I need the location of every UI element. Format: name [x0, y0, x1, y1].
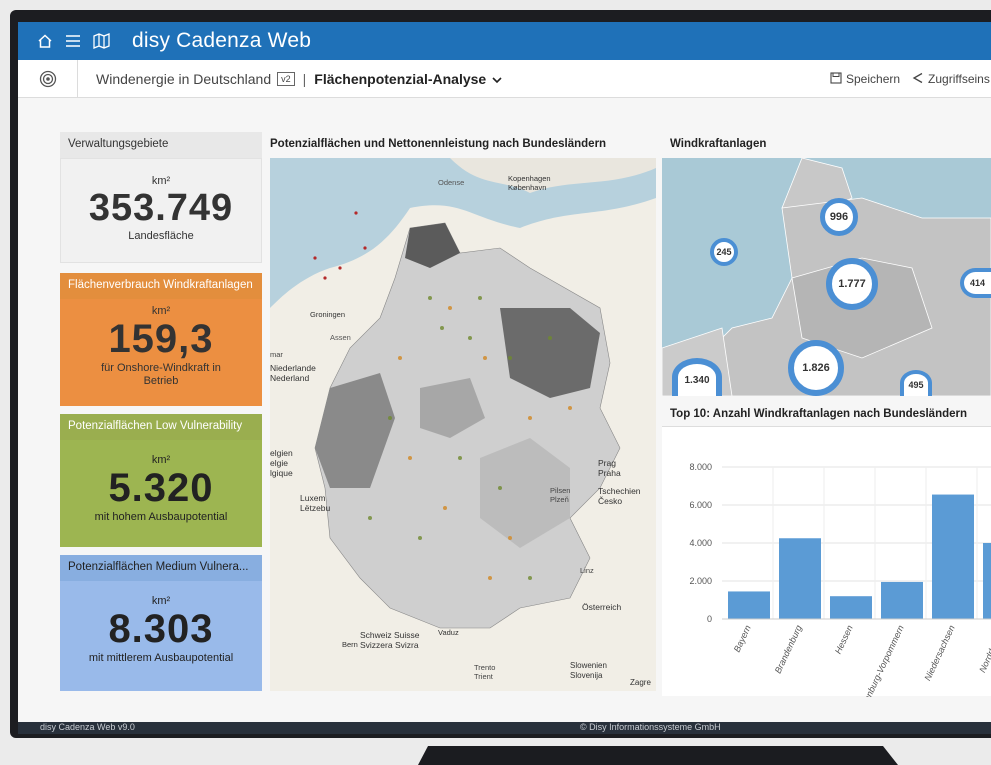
kpi-low-vuln-card: km² 5.320 mit hohem Ausbaupotential [60, 440, 262, 547]
home-icon[interactable] [36, 32, 54, 50]
map-label-tschechien: Tschechien Česko [598, 486, 641, 506]
chart-ytick-label: 6.000 [689, 500, 712, 510]
target-icon[interactable] [18, 59, 78, 98]
wka-bubble[interactable]: 495 [900, 370, 932, 396]
map-label-zagre: Zagre [630, 678, 651, 687]
map-label-luxemburg: Luxem Lëtzebu [300, 493, 331, 513]
wka-bubble[interactable]: 245 [710, 238, 738, 266]
share-button[interactable]: Zugriffseins [912, 72, 990, 87]
wka-bubble[interactable]: 1.340 [672, 358, 722, 396]
save-label: Speichern [846, 72, 901, 86]
kpi-low-vuln-header: Potenzialflächen Low Vulnerability [60, 414, 262, 440]
chart-ytick-label: 2.000 [689, 576, 712, 586]
map-label-mar: mar [270, 350, 283, 359]
app-topbar: disy Cadenza Web [18, 22, 991, 60]
map-label-groningen: Groningen [310, 310, 346, 319]
share-label: Zugriffseins [928, 72, 990, 86]
app-title: disy Cadenza Web [132, 29, 312, 52]
map-label-prag: Prag Praha [598, 458, 621, 478]
kpi-admin-unit: km² [151, 175, 171, 187]
wka-map[interactable]: 996 245 1.777 414 1.826 1.340 495 [662, 158, 991, 396]
footer-version: disy Cadenza Web v9.0 [40, 722, 135, 732]
kpi-admin-card: km² 353.749 Landesfläche [60, 158, 262, 263]
map-label-vaduz: Vaduz [438, 628, 459, 637]
chart-bar[interactable] [881, 581, 923, 619]
toolbar-actions: Speichern Zugriffseins [830, 60, 990, 98]
map-label-schweiz: Schweiz Suisse Svizzera Svizra [360, 630, 420, 650]
separator: | [302, 70, 307, 87]
chart-ytick-label: 0 [707, 614, 712, 624]
chart-ytick-label: 4.000 [689, 538, 712, 548]
kpi-med-vuln-value: 8.303 [108, 607, 214, 651]
map-label-odense: Odense [438, 178, 465, 187]
save-button[interactable]: Speichern [830, 71, 901, 87]
chart-bar[interactable] [830, 596, 872, 619]
kpi-med-vuln-unit: km² [151, 595, 171, 607]
map-label-pilsen: Pilsen Plzeň [550, 486, 571, 504]
bar-chart: 0 2.000 4.000 6.000 8.000 Bayern Brandenburg He… [689, 462, 991, 724]
menu-icon[interactable] [64, 32, 82, 50]
map-label-linz: Linz [580, 566, 594, 575]
map-label-assen: Assen [330, 333, 351, 342]
save-icon [830, 71, 842, 87]
map-icon[interactable] [92, 32, 110, 50]
main-map-title: Potenzialflächen und Nettonennleistung n… [270, 138, 607, 150]
chart-xtick-label: Niedersachsen [922, 624, 956, 683]
chart-title: Top 10: Anzahl Windkraftanlagen nach Bun… [670, 408, 968, 420]
main-map[interactable]: Odense Kopenhagen København Groningen As… [270, 158, 656, 691]
chart-bar[interactable] [779, 538, 821, 619]
project-name[interactable]: Windenergie in Deutschland [96, 71, 271, 87]
map-label-slowenien: Slowenien Slovenija [570, 661, 607, 680]
wka-bubble[interactable]: 1.826 [788, 340, 844, 396]
chart-bar[interactable] [728, 591, 770, 619]
kpi-med-vuln-desc: mit mittlerem Ausbaupotential [88, 652, 234, 664]
app-footer: disy Cadenza Web v9.0 © Disy Information… [18, 722, 991, 734]
chart-xtick-label: Nordrhein-W [977, 622, 991, 674]
app-screen: disy Cadenza Web Windenergie in Deutschl… [18, 22, 991, 734]
chart-xtick-label: Mecklenburg-Vorpommern [852, 624, 906, 697]
monitor-stand [418, 746, 898, 765]
view-selector[interactable]: Flächenpotenzial-Analyse [314, 71, 502, 87]
chart-xtick-label: Hessen [833, 624, 855, 656]
kpi-low-vuln-unit: km² [151, 454, 171, 466]
share-icon [912, 72, 924, 87]
view-title: Flächenpotenzial-Analyse [314, 70, 487, 87]
kpi-wind-usage-header: Flächenverbrauch Windkraftanlagen [60, 273, 262, 299]
map-label-niederlande: Niederlande Nederland [270, 363, 316, 383]
version-badge: v2 [277, 71, 295, 86]
chevron-down-icon [492, 71, 502, 87]
footer-copyright: © Disy Informationssysteme GmbH [580, 722, 721, 732]
chart-xtick-label: Brandenburg [773, 624, 804, 675]
map-label-belgien: elgien elgie lgique [270, 448, 293, 478]
map-label-bern: Bern [342, 640, 358, 649]
kpi-wind-usage-unit: km² [151, 305, 171, 317]
chart-bar[interactable] [983, 543, 991, 619]
kpi-wind-usage-desc: für Onshore-Windkraft in Betrieb [101, 362, 221, 387]
kpi-admin-value: 353.749 [88, 187, 234, 229]
chart-bar[interactable] [932, 494, 974, 619]
kpi-low-vuln-value: 5.320 [108, 466, 214, 510]
map-label-osterreich: Österreich [582, 602, 622, 612]
workbook-toolbar: Windenergie in Deutschland v2 | Flächenp… [18, 59, 991, 98]
map-label-kopenhagen: Kopenhagen København [508, 174, 551, 192]
kpi-low-vuln-desc: mit hohem Ausbaupotential [94, 511, 228, 523]
wka-bubble[interactable]: 1.777 [826, 258, 878, 310]
kpi-admin-desc: Landesfläche [128, 230, 194, 242]
chart-xtick-label: Bayern [732, 624, 753, 654]
kpi-admin-header: Verwaltungsgebiete [60, 132, 262, 158]
wka-bubble[interactable]: 414 [960, 268, 991, 298]
kpi-wind-usage-card: km² 159,3 für Onshore-Windkraft in Betri… [60, 299, 262, 406]
kpi-med-vuln-card: km² 8.303 mit mittlerem Ausbaupotential [60, 581, 262, 691]
kpi-wind-usage-value: 159,3 [108, 317, 214, 361]
map-label-trento: Trento Trient [474, 663, 496, 681]
wka-map-title: Windkraftanlagen [670, 138, 767, 150]
wka-bubble[interactable]: 996 [820, 198, 858, 236]
kpi-med-vuln-header: Potenzialflächen Medium Vulnera... [60, 555, 262, 581]
chart-ytick-label: 8.000 [689, 462, 712, 472]
bar-chart-panel: 0 2.000 4.000 6.000 8.000 Bayern Brandenburg He… [662, 426, 991, 724]
